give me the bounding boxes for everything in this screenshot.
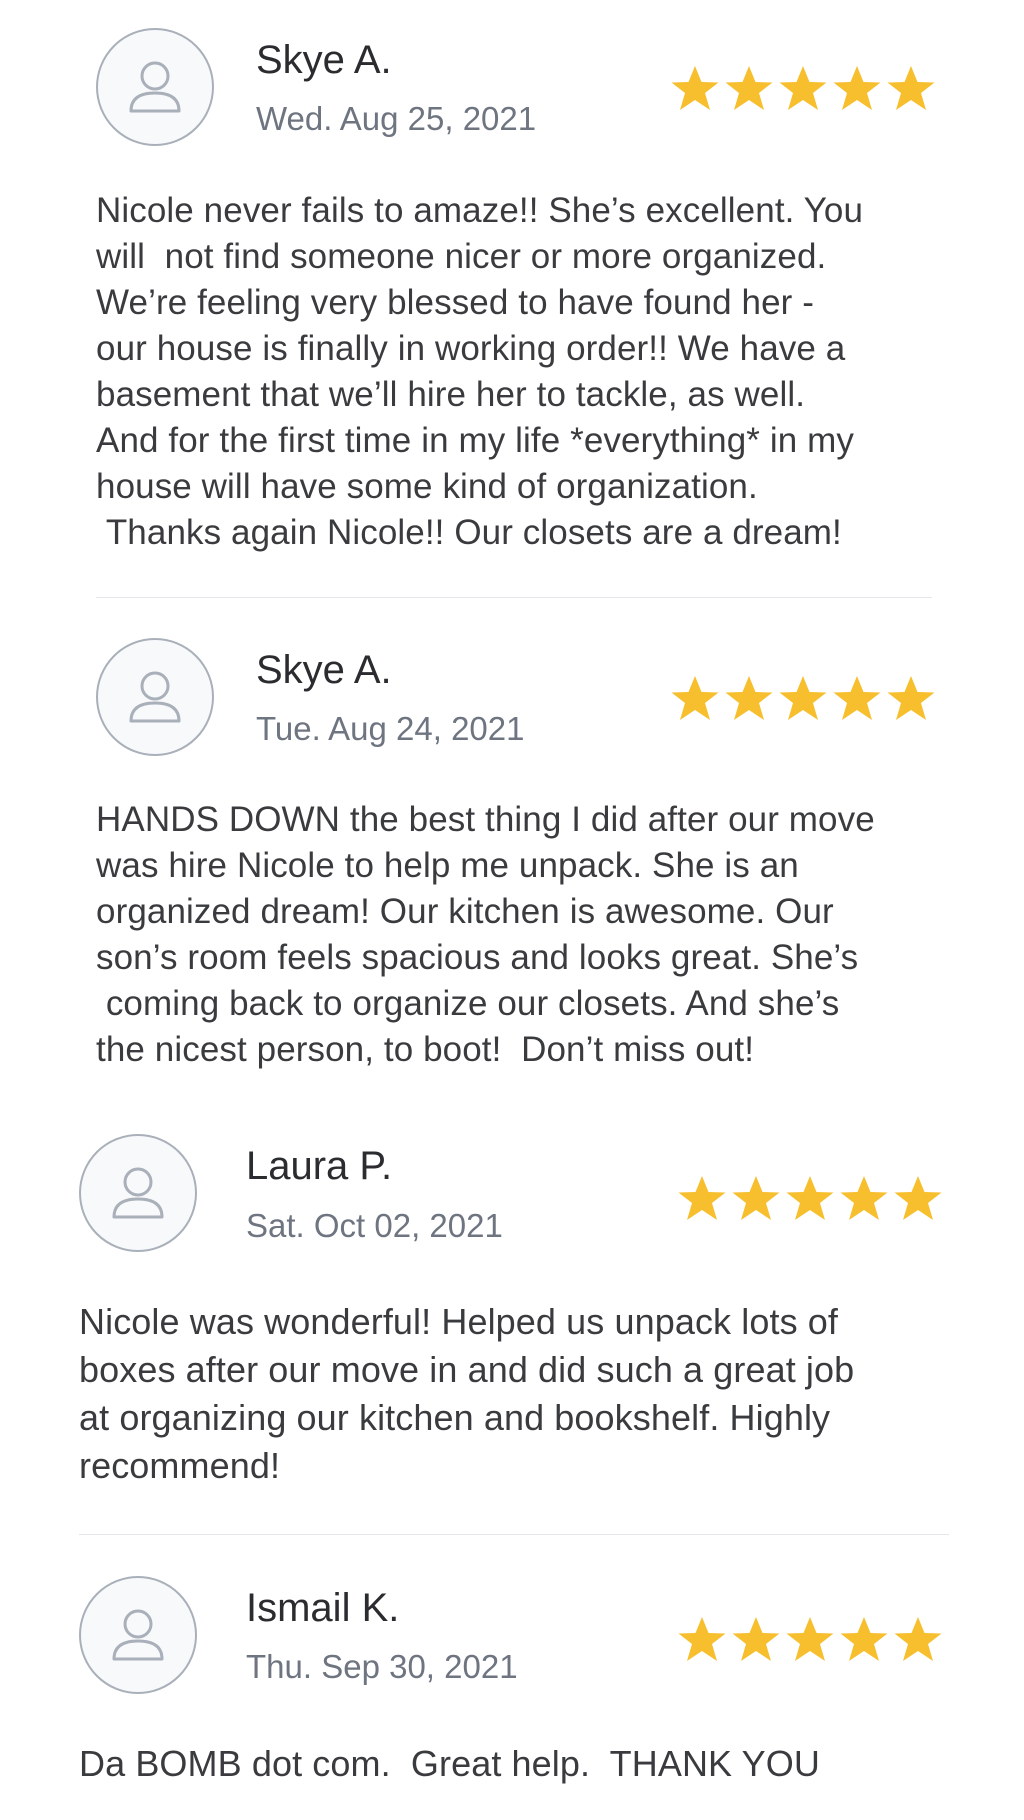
star-icon (887, 676, 935, 720)
star-rating (668, 673, 938, 725)
user-icon (129, 61, 181, 113)
reviewer-name[interactable]: Skye A. (256, 38, 392, 83)
divider (79, 1534, 949, 1535)
star-icon (833, 676, 881, 720)
user-icon (112, 1167, 164, 1219)
star-rating (675, 1614, 945, 1666)
review-card: Laura P. Sat. Oct 02, 2021 Nicole was wo… (0, 1100, 1024, 1540)
user-icon (129, 671, 181, 723)
star-icon (887, 66, 935, 110)
divider (96, 597, 932, 598)
star-icon (779, 676, 827, 720)
star-icon (732, 1617, 780, 1661)
star-icon (786, 1617, 834, 1661)
avatar[interactable] (79, 1576, 197, 1694)
star-rating (675, 1173, 945, 1225)
review-text: Da BOMB dot com. Great help. THANK YOU (79, 1743, 820, 1784)
review-text: HANDS DOWN the best thing I did after ou… (96, 800, 875, 1069)
star-icon (725, 66, 773, 110)
reviewer-name[interactable]: Ismail K. (246, 1586, 399, 1631)
review-date: Wed. Aug 25, 2021 (256, 100, 537, 137)
star-icon (833, 66, 881, 110)
star-icon (779, 66, 827, 110)
review-date: Thu. Sep 30, 2021 (246, 1648, 518, 1685)
avatar[interactable] (79, 1134, 197, 1252)
review-date: Sat. Oct 02, 2021 (246, 1207, 503, 1244)
review-card: Skye A. Tue. Aug 24, 2021 HANDS DOWN the… (0, 600, 1024, 1100)
star-icon (894, 1176, 942, 1220)
review-date: Tue. Aug 24, 2021 (256, 710, 525, 747)
star-icon (786, 1176, 834, 1220)
review-card: Ismail K. Thu. Sep 30, 2021 Da BOMB dot … (0, 1540, 1024, 1820)
star-icon (840, 1617, 888, 1661)
reviewer-name[interactable]: Laura P. (246, 1144, 392, 1189)
reviewer-name[interactable]: Skye A. (256, 648, 392, 693)
user-icon (112, 1609, 164, 1661)
star-icon (732, 1176, 780, 1220)
star-icon (678, 1617, 726, 1661)
star-icon (678, 1176, 726, 1220)
avatar[interactable] (96, 638, 214, 756)
star-icon (671, 66, 719, 110)
star-icon (725, 676, 773, 720)
review-card: Skye A. Wed. Aug 25, 2021 Nicole never f… (0, 0, 1024, 600)
avatar[interactable] (96, 28, 214, 146)
star-icon (671, 676, 719, 720)
star-icon (894, 1617, 942, 1661)
review-text: Nicole never fails to amaze!! She’s exce… (96, 191, 864, 552)
review-text: Nicole was wonderful! Helped us unpack l… (79, 1301, 855, 1486)
star-rating (668, 63, 938, 115)
star-icon (840, 1176, 888, 1220)
